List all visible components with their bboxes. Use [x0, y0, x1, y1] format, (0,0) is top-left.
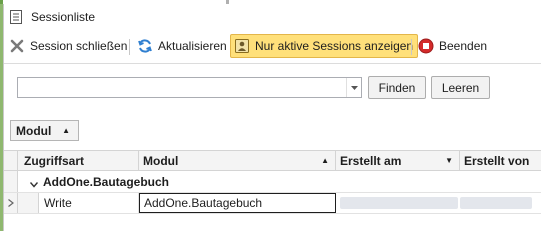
- search-input[interactable]: [17, 77, 362, 98]
- group-row[interactable]: AddOne.Bautagebuch: [4, 171, 541, 193]
- group-indent: [18, 193, 39, 213]
- stop-icon: [418, 38, 434, 54]
- grid-header: Zugriffsart Modul ▲ Erstellt am ▼ Erstel…: [4, 150, 541, 171]
- table-row[interactable]: Write AddOne.Bautagebuch: [4, 193, 541, 214]
- quit-label: Beenden: [439, 39, 488, 53]
- user-filter-icon: [235, 39, 249, 53]
- clear-button[interactable]: Leeren: [431, 76, 490, 99]
- sort-desc-icon: ▼: [445, 156, 453, 165]
- row-header: [4, 171, 18, 192]
- window-titlebar: Sessionliste: [4, 4, 541, 30]
- column-header-erstellt-von[interactable]: Erstellt von: [460, 151, 541, 170]
- group-row-label: AddOne.Bautagebuch: [43, 175, 170, 189]
- chevron-down-icon[interactable]: [29, 177, 39, 191]
- document-list-icon: [10, 10, 22, 24]
- search-dropdown-button[interactable]: [346, 78, 361, 97]
- column-header-modul[interactable]: Modul ▲: [139, 151, 336, 170]
- toolbar-separator: [129, 39, 130, 55]
- row-header-corner: [4, 151, 18, 170]
- blurred-value: [460, 197, 532, 209]
- cell-zugriffsart[interactable]: Write: [39, 193, 139, 213]
- window-title: Sessionliste: [31, 10, 96, 24]
- group-panel: [4, 112, 541, 149]
- column-header-label: Zugriffsart: [24, 153, 84, 168]
- blurred-value: [340, 197, 458, 209]
- cell-value: Write: [44, 196, 72, 210]
- close-session-button[interactable]: Session schließen: [9, 35, 127, 57]
- group-chip-label: Modul: [16, 123, 52, 138]
- toolbar-separator: [411, 39, 412, 55]
- refresh-label: Aktualisieren: [158, 39, 227, 53]
- chevron-down-icon: [350, 85, 358, 90]
- grid-body: AddOne.Bautagebuch Write AddOne.Bautageb…: [4, 171, 541, 231]
- quit-button[interactable]: Beenden: [418, 35, 487, 57]
- toolbar: Session schließen Aktualisieren Nur akti…: [4, 33, 541, 61]
- group-chip-modul[interactable]: Modul ▲: [10, 120, 79, 141]
- close-session-label: Session schließen: [30, 39, 128, 53]
- cell-modul[interactable]: AddOne.Bautagebuch: [139, 193, 336, 213]
- toolbar-divider: [4, 63, 541, 64]
- active-sessions-label: Nur aktive Sessions anzeigen: [255, 39, 414, 53]
- column-header-erstellt-am[interactable]: Erstellt am ▼: [336, 151, 460, 170]
- column-header-label: Erstellt von: [464, 153, 530, 168]
- close-x-icon: [10, 39, 24, 53]
- column-header-label: Modul: [143, 153, 179, 168]
- find-button[interactable]: Finden: [368, 76, 426, 99]
- sort-asc-icon: ▲: [321, 156, 329, 165]
- active-sessions-toggle[interactable]: Nur aktive Sessions anzeigen: [230, 34, 419, 58]
- refresh-icon: [138, 39, 152, 53]
- row-indicator-icon: [8, 199, 14, 207]
- cell-value: AddOne.Bautagebuch: [144, 196, 263, 210]
- sort-asc-icon: ▲: [62, 126, 70, 135]
- refresh-button[interactable]: Aktualisieren: [137, 35, 227, 57]
- column-header-label: Erstellt am: [340, 153, 402, 168]
- row-header[interactable]: [4, 193, 18, 213]
- cell-erstellt-von[interactable]: [460, 193, 541, 213]
- column-header-zugriffsart[interactable]: Zugriffsart: [18, 151, 139, 170]
- cell-erstellt-am[interactable]: [336, 193, 460, 213]
